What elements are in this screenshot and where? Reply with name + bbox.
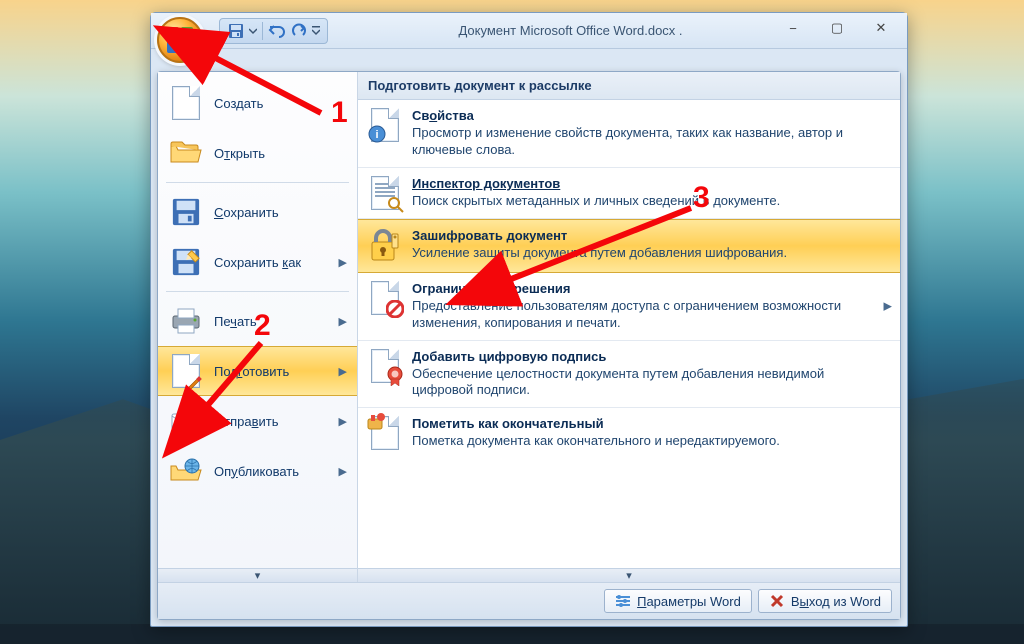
titlebar: Документ Microsoft Office Word.docx . − … bbox=[151, 13, 907, 49]
word-options-button[interactable]: Параметры Word bbox=[604, 589, 752, 613]
annotation-number-2: 2 bbox=[254, 311, 271, 341]
qat-customize-icon[interactable] bbox=[311, 21, 321, 41]
chevron-right-icon: ▶ bbox=[339, 415, 347, 428]
open-folder-icon bbox=[170, 137, 202, 169]
menu-label: Подготовить bbox=[214, 364, 289, 379]
menu-item-save[interactable]: Сохранить bbox=[158, 187, 357, 237]
item-desc: Просмотр и изменение свойств документа, … bbox=[412, 125, 888, 159]
mark-final-icon bbox=[368, 416, 402, 450]
inspect-icon bbox=[368, 176, 402, 210]
menu-item-save-as[interactable]: Сохранить как ▶ bbox=[158, 237, 357, 287]
menu-label: Отправить bbox=[214, 414, 278, 429]
menu-label: Опубликовать bbox=[214, 464, 299, 479]
chevron-right-icon: ▶ bbox=[339, 465, 347, 478]
menu-item-new[interactable]: Создать bbox=[158, 78, 357, 128]
button-label: Выход из Word bbox=[791, 594, 881, 609]
office-menu-right: Подготовить документ к рассылке i Свойст… bbox=[358, 72, 900, 582]
office-menu-footer: Параметры Word Выход из Word bbox=[158, 582, 900, 619]
chevron-right-icon: ▶ bbox=[884, 300, 892, 313]
menu-item-publish[interactable]: Опубликовать ▶ bbox=[158, 446, 357, 496]
options-icon bbox=[615, 593, 631, 609]
button-label: Параметры Word bbox=[637, 594, 741, 609]
item-desc: Пометка документа как окончательного и н… bbox=[412, 433, 888, 450]
prepare-item-encrypt[interactable]: Зашифровать документ Усиление защиты док… bbox=[358, 219, 900, 273]
prepare-item-inspect[interactable]: Инспектор документов Поиск скрытых метад… bbox=[358, 168, 900, 219]
item-title: Зашифровать документ bbox=[412, 228, 888, 243]
menu-label: Печать bbox=[214, 314, 257, 329]
item-title: Ограничить разрешения bbox=[412, 281, 888, 296]
print-icon bbox=[170, 305, 202, 337]
quick-access-toolbar bbox=[219, 18, 328, 44]
prepare-item-signature[interactable]: Добавить цифровую подпись Обеспечение це… bbox=[358, 341, 900, 409]
qat-redo-button[interactable] bbox=[289, 21, 309, 41]
restrict-icon bbox=[368, 281, 402, 332]
save-icon bbox=[170, 196, 202, 228]
properties-icon: i bbox=[368, 108, 402, 159]
prepare-icon bbox=[170, 355, 202, 387]
annotation-number-3: 3 bbox=[693, 183, 710, 213]
office-menu: Создать Открыть Сохранить bbox=[157, 71, 901, 620]
minimize-button[interactable]: − bbox=[771, 17, 815, 39]
menu-item-send[interactable]: Отправить ▶ bbox=[158, 396, 357, 446]
item-title: Инспектор документов bbox=[412, 176, 888, 191]
menu-label: Сохранить bbox=[214, 205, 279, 220]
maximize-button[interactable]: ▢ bbox=[815, 17, 859, 39]
right-scroll-down[interactable]: ▾ bbox=[358, 568, 900, 582]
item-title: Пометить как окончательный bbox=[412, 416, 888, 431]
taskbar bbox=[0, 624, 1024, 644]
desktop-wallpaper: Документ Microsoft Office Word.docx . − … bbox=[0, 0, 1024, 644]
prepare-panel-header: Подготовить документ к рассылке bbox=[358, 72, 900, 100]
office-button[interactable] bbox=[157, 17, 203, 63]
send-icon bbox=[170, 405, 202, 437]
item-desc: Усиление защиты документа путем добавлен… bbox=[412, 245, 888, 262]
qat-undo-button[interactable] bbox=[267, 21, 287, 41]
chevron-right-icon: ▶ bbox=[339, 315, 347, 328]
menu-label: Сохранить как bbox=[214, 255, 301, 270]
item-title: Добавить цифровую подпись bbox=[412, 349, 888, 364]
publish-icon bbox=[170, 455, 202, 487]
prepare-item-restrict[interactable]: Ограничить разрешения Предоставление пол… bbox=[358, 273, 900, 341]
encrypt-lock-icon bbox=[368, 228, 402, 264]
word-window: Документ Microsoft Office Word.docx . − … bbox=[150, 12, 908, 627]
item-desc: Поиск скрытых метаданных и личных сведен… bbox=[412, 193, 888, 210]
menu-item-prepare[interactable]: Подготовить ▶ bbox=[158, 346, 357, 396]
menu-label: Открыть bbox=[214, 146, 265, 161]
save-as-icon bbox=[170, 246, 202, 278]
item-desc: Обеспечение целостности документа путем … bbox=[412, 366, 888, 400]
item-desc: Предоставление пользователям доступа с о… bbox=[412, 298, 888, 332]
chevron-right-icon: ▶ bbox=[339, 365, 347, 378]
item-title: Свойства bbox=[412, 108, 888, 123]
left-scroll-down[interactable]: ▾ bbox=[158, 568, 357, 582]
window-controls: − ▢ ✕ bbox=[771, 17, 903, 39]
prepare-item-mark-final[interactable]: Пометить как окончательный Пометка докум… bbox=[358, 408, 900, 458]
new-document-icon bbox=[170, 87, 202, 119]
svg-text:i: i bbox=[375, 129, 378, 141]
qat-save-button[interactable] bbox=[226, 21, 246, 41]
menu-item-open[interactable]: Открыть bbox=[158, 128, 357, 178]
office-logo-icon bbox=[167, 27, 193, 53]
chevron-right-icon: ▶ bbox=[339, 256, 347, 269]
prepare-item-properties[interactable]: i Свойства Просмотр и изменение свойств … bbox=[358, 100, 900, 168]
exit-icon bbox=[769, 593, 785, 609]
signature-icon bbox=[368, 349, 402, 400]
exit-word-button[interactable]: Выход из Word bbox=[758, 589, 892, 613]
close-button[interactable]: ✕ bbox=[859, 17, 903, 39]
qat-dropdown-icon[interactable] bbox=[248, 21, 258, 41]
menu-label: Создать bbox=[214, 96, 263, 111]
annotation-number-1: 1 bbox=[331, 98, 348, 128]
